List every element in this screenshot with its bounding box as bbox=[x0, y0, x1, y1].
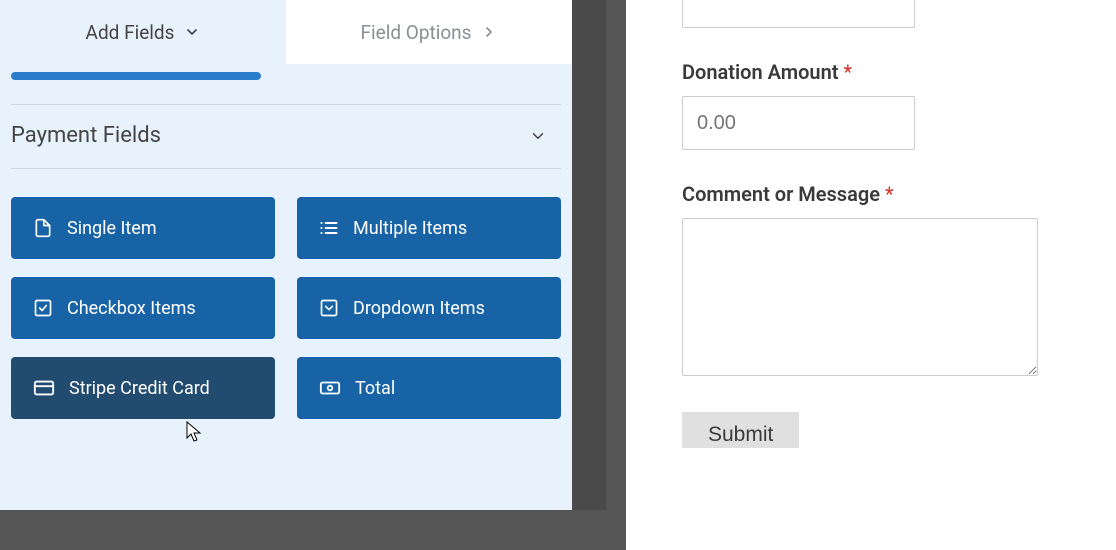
field-label: Stripe Credit Card bbox=[69, 378, 210, 399]
cursor-icon bbox=[184, 420, 204, 448]
payment-fields-section: Payment Fields Single Item Multiple Item… bbox=[0, 80, 572, 419]
field-multiple-items[interactable]: Multiple Items bbox=[297, 197, 561, 259]
tab-add-fields-label: Add Fields bbox=[86, 21, 175, 44]
prev-field-group bbox=[682, 0, 1060, 28]
section-toggle[interactable]: Payment Fields bbox=[11, 104, 561, 169]
money-icon bbox=[319, 377, 341, 399]
field-grid: Single Item Multiple Items Checkbox Item… bbox=[11, 169, 561, 419]
field-label: Checkbox Items bbox=[67, 298, 196, 319]
donation-group: Donation Amount * bbox=[682, 60, 1060, 150]
field-stripe-credit-card[interactable]: Stripe Credit Card bbox=[11, 357, 275, 419]
field-total[interactable]: Total bbox=[297, 357, 561, 419]
list-icon bbox=[319, 218, 339, 238]
text-input[interactable] bbox=[682, 0, 915, 28]
credit-card-icon bbox=[33, 377, 55, 399]
field-single-item[interactable]: Single Item bbox=[11, 197, 275, 259]
section-title: Payment Fields bbox=[11, 123, 161, 148]
donation-input[interactable] bbox=[682, 96, 915, 150]
chevron-down-icon bbox=[529, 127, 547, 145]
fields-sidebar: Add Fields Field Options Payment Fields bbox=[0, 0, 572, 510]
submit-label: Submit bbox=[708, 423, 773, 446]
form-preview: Donation Amount * Comment or Message * S… bbox=[626, 0, 1116, 550]
checkbox-icon bbox=[33, 298, 53, 318]
file-icon bbox=[33, 218, 53, 238]
field-label: Single Item bbox=[67, 218, 157, 239]
field-label: Total bbox=[355, 378, 395, 399]
label-text: Donation Amount bbox=[682, 60, 838, 84]
field-checkbox-items[interactable]: Checkbox Items bbox=[11, 277, 275, 339]
tabs: Add Fields Field Options bbox=[0, 0, 572, 64]
comment-label: Comment or Message * bbox=[682, 182, 1060, 206]
comment-group: Comment or Message * bbox=[682, 182, 1060, 380]
tab-field-options[interactable]: Field Options bbox=[286, 0, 572, 64]
previous-field-block[interactable] bbox=[11, 72, 261, 80]
donation-label: Donation Amount * bbox=[682, 60, 1060, 84]
field-label: Dropdown Items bbox=[353, 298, 485, 319]
comment-textarea[interactable] bbox=[682, 218, 1038, 376]
dropdown-icon bbox=[319, 298, 339, 318]
field-dropdown-items[interactable]: Dropdown Items bbox=[297, 277, 561, 339]
field-label: Multiple Items bbox=[353, 218, 467, 239]
label-text: Comment or Message bbox=[682, 182, 880, 206]
tab-add-fields[interactable]: Add Fields bbox=[0, 0, 286, 64]
chevron-right-icon bbox=[481, 24, 497, 40]
submit-button[interactable]: Submit bbox=[682, 412, 799, 448]
required-mark: * bbox=[885, 182, 894, 206]
tab-field-options-label: Field Options bbox=[361, 21, 472, 44]
required-mark: * bbox=[843, 60, 852, 84]
chevron-down-icon bbox=[184, 24, 200, 40]
